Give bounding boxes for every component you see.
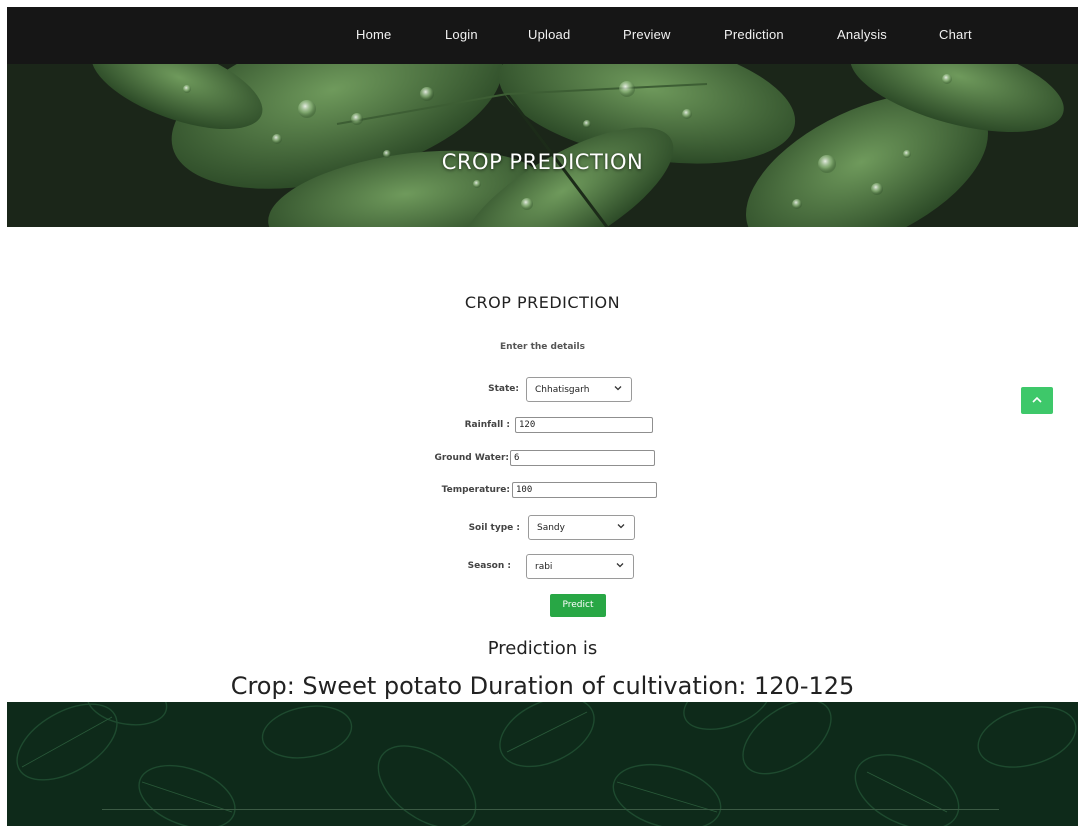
state-label: State: [488, 384, 519, 394]
nav-prediction[interactable]: Prediction [724, 27, 784, 42]
chevron-down-icon [617, 524, 625, 529]
nav-upload[interactable]: Upload [528, 27, 570, 42]
page: Home Login Upload Preview Prediction Ana… [7, 7, 1078, 826]
footer [7, 702, 1078, 826]
season-select-value: rabi [535, 562, 553, 572]
season-select[interactable]: rabi [526, 554, 634, 579]
state-select[interactable]: Chhatisgarh [526, 377, 632, 402]
ground-water-input[interactable]: 6 [510, 450, 655, 466]
leaf-background-image [7, 64, 1078, 227]
chevron-down-icon [614, 386, 622, 391]
nav-login[interactable]: Login [445, 27, 478, 42]
rainfall-input[interactable]: 120 [515, 417, 653, 433]
temperature-label: Temperature: [441, 485, 510, 495]
ground-water-label: Ground Water: [434, 453, 509, 463]
predict-button[interactable]: Predict [550, 594, 606, 617]
state-select-value: Chhatisgarh [535, 385, 590, 395]
hero-banner: CROP PREDICTION [7, 64, 1078, 227]
form-subtitle: Enter the details [500, 342, 585, 352]
top-nav: Home Login Upload Preview Prediction Ana… [7, 7, 1078, 64]
leaf-pattern-background [16, 702, 1077, 826]
chevron-up-icon [1032, 396, 1042, 403]
form-title: CROP PREDICTION [464, 293, 621, 312]
footer-divider [102, 809, 999, 810]
temperature-input[interactable]: 100 [512, 482, 657, 498]
prediction-result: Crop: Sweet potato Duration of cultivati… [230, 672, 855, 700]
prediction-label: Prediction is [487, 638, 598, 659]
nav-chart[interactable]: Chart [939, 27, 972, 42]
scroll-top-button[interactable] [1021, 387, 1053, 414]
rainfall-label: Rainfall : [464, 420, 510, 430]
soil-type-label: Soil type : [468, 523, 520, 533]
soil-type-select[interactable]: Sandy [528, 515, 635, 540]
nav-analysis[interactable]: Analysis [837, 27, 887, 42]
chevron-down-icon [616, 563, 624, 568]
nav-preview[interactable]: Preview [623, 27, 671, 42]
hero-title: CROP PREDICTION [441, 150, 644, 174]
season-label: Season : [467, 561, 511, 571]
soil-type-select-value: Sandy [537, 523, 565, 533]
nav-home[interactable]: Home [356, 27, 391, 42]
